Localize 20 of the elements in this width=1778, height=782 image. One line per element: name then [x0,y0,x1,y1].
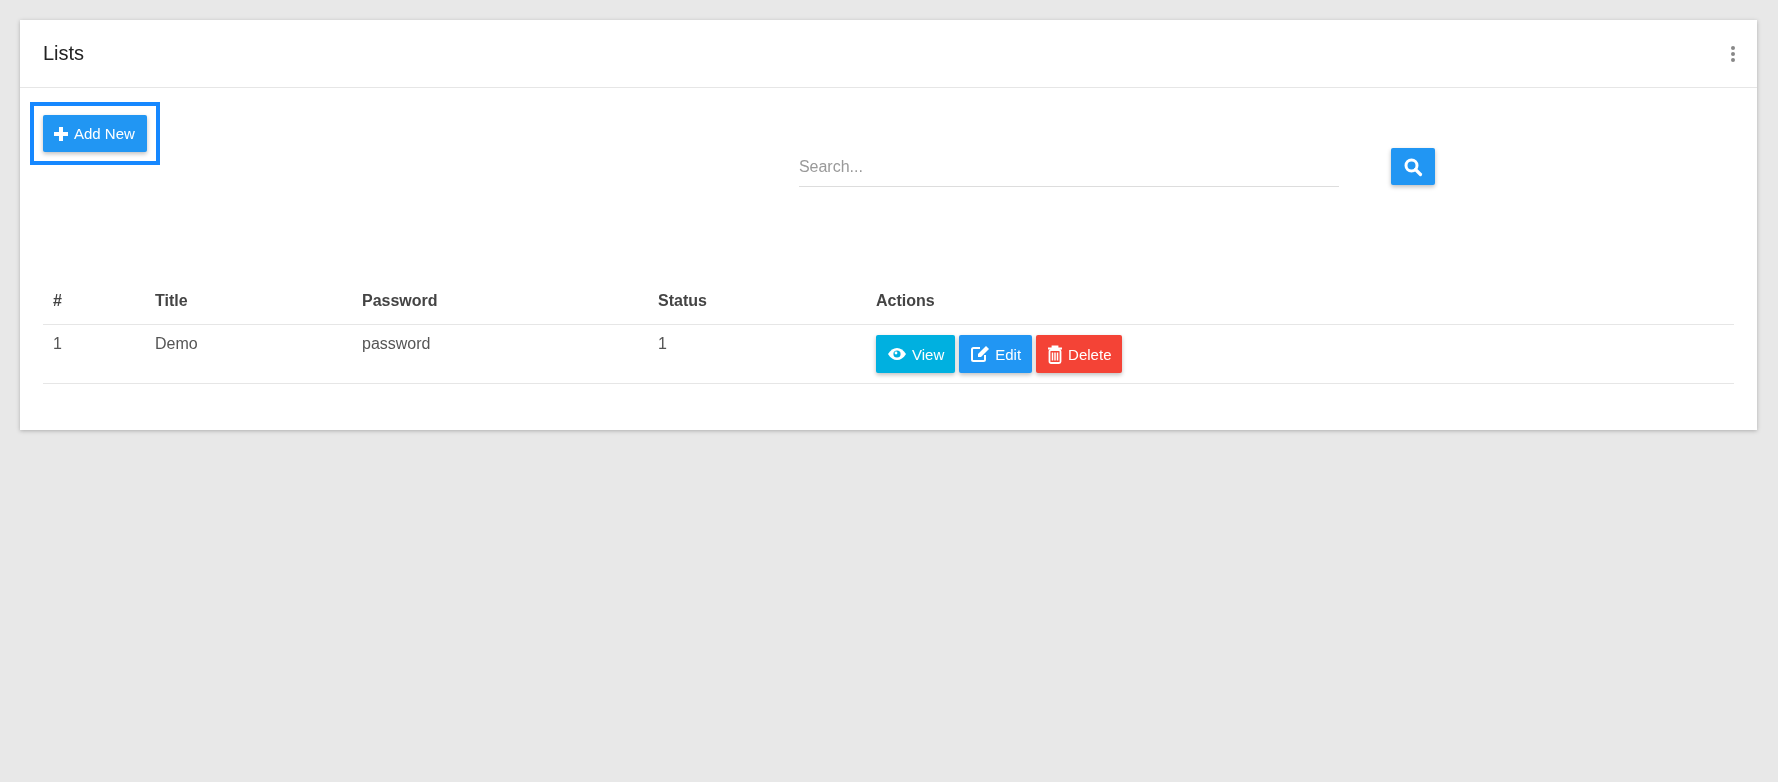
eye-icon [887,347,907,361]
search-icon [1402,156,1423,177]
add-new-button[interactable]: Add New [43,115,147,152]
card-title: Lists [43,42,85,65]
table-cell: 1 [658,335,667,352]
table-cell: 1 [53,335,62,352]
column-header: Actions [876,292,935,309]
column-header: Title [155,292,188,309]
search-button[interactable] [1390,148,1435,185]
delete-button[interactable]: Delete [1036,335,1123,373]
column-header: # [53,292,62,309]
table-cell: password [362,335,431,352]
table-cell: Demo [155,335,198,352]
edit-button[interactable]: Edit [959,335,1033,373]
trash-icon [1047,344,1064,364]
edit-icon [970,345,991,363]
plus-icon [53,125,69,142]
column-header: Status [658,292,707,309]
view-button[interactable]: View [876,335,956,373]
column-header: Password [362,292,438,309]
